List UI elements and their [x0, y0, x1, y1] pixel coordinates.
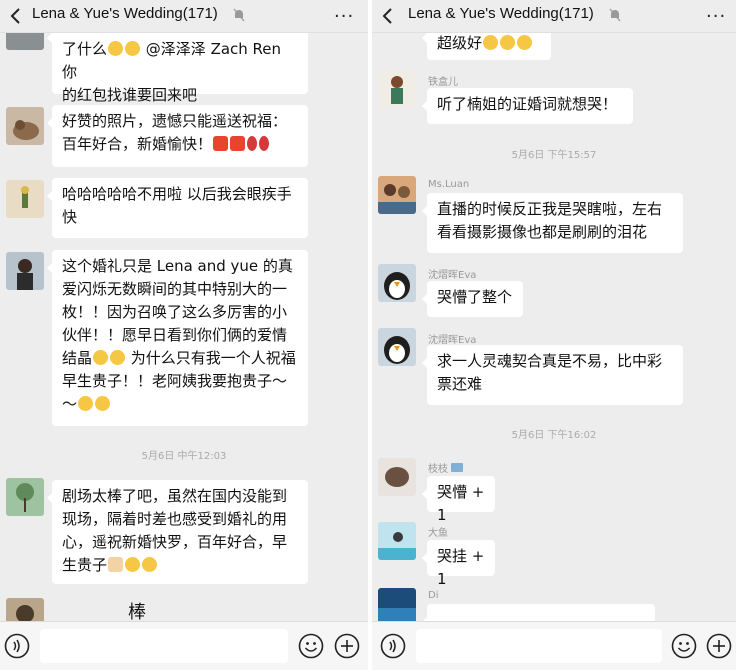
laughing-emoji-icon	[108, 41, 124, 56]
message-text: 听了楠姐的证婚词就想哭！	[437, 95, 618, 113]
avatar[interactable]	[378, 264, 416, 302]
rose-icon	[259, 136, 270, 151]
sender-name: Di	[428, 590, 439, 601]
message-bubble: 哭懵 +1	[422, 476, 495, 524]
message-text: 求一人灵魂契合真是不易，比中彩票还难	[437, 352, 663, 393]
grin-emoji-icon	[78, 396, 94, 411]
crying-emoji-icon	[483, 35, 499, 50]
sender-name: 沈熠晖Eva	[428, 270, 477, 281]
chat-pane-left: 了什么 @泽泽泽 Zach Ren 你 的红包找谁要回来吧 好赞的照片，遗憾只能…	[0, 0, 368, 670]
voice-icon[interactable]	[4, 633, 30, 659]
chat-header: Lena & Yue's Wedding(171) ···	[372, 0, 736, 33]
wink-emoji-icon	[93, 350, 109, 365]
message-text: 哈哈哈哈哈不用啦 以后我会眼疾手快	[62, 185, 292, 226]
crying-emoji-icon	[517, 35, 533, 50]
message-text: 剧场太棒了吧，虽然在国内没能到现场，隔着时差也感受到婚礼的用心，遥祝新婚快罗，百…	[62, 487, 288, 574]
sender-name: 大鱼	[428, 528, 448, 539]
message-bubble: 哭挂 +1	[422, 540, 495, 588]
message-text: 超级好	[437, 34, 483, 52]
timestamp: 5月6日 下午15:57	[511, 150, 597, 161]
clap-icon	[108, 557, 124, 572]
message-input[interactable]	[40, 629, 288, 663]
message-bubble: 这个婚礼只是 Lena and yue 的真爱闪烁无数瞬间的其中特别大的一枚！！…	[47, 250, 308, 426]
message-bubble: 哭懵了整个	[422, 281, 523, 317]
avatar[interactable]	[6, 107, 44, 145]
chat-title: Lena & Yue's Wedding(171)	[32, 5, 218, 22]
mute-bell-icon	[609, 8, 621, 22]
sender-name: 沈熠晖Eva	[428, 335, 477, 346]
avatar[interactable]	[378, 70, 416, 108]
chat-header: Lena & Yue's Wedding(171) ···	[0, 0, 368, 33]
message-bubble: 剧场太棒了吧，虽然在国内没能到现场，隔着时差也感受到婚礼的用心，遥祝新婚快罗，百…	[47, 480, 308, 584]
rose-icon	[247, 136, 258, 151]
timestamp: 5月6日 下午16:02	[511, 430, 597, 441]
sender-name: 枝枝	[428, 460, 464, 475]
tongue-emoji-icon	[95, 396, 111, 411]
sender-name: Ms.Luan	[428, 179, 470, 190]
sender-name: 铁盒儿	[428, 77, 458, 88]
input-bar	[0, 621, 368, 670]
heart-icon	[230, 136, 246, 151]
flag-icon	[451, 463, 464, 472]
chat-title: Lena & Yue's Wedding(171)	[408, 5, 594, 22]
crying-emoji-icon	[500, 35, 516, 50]
message-bubble: 哈哈哈哈哈不用啦 以后我会眼疾手快	[47, 178, 308, 238]
message-text: 直播的时候反正我是哭瞎啦，左右看看摄影摄像也都是刷刷的泪花	[437, 200, 663, 241]
emoji-icon[interactable]	[671, 633, 697, 659]
chat-pane-right: 超级好 铁盒儿 听了楠姐的证婚词就想哭！ 5月6日 下午15:57 Ms.Lua…	[372, 0, 736, 670]
avatar[interactable]	[6, 180, 44, 218]
message-text: 哭挂 +1	[437, 547, 485, 588]
avatar[interactable]	[378, 458, 416, 496]
message-text: 的红包找谁要回来吧	[62, 86, 198, 104]
input-bar	[372, 621, 736, 670]
avatar[interactable]	[378, 522, 416, 560]
message-text: 了什么	[62, 40, 108, 58]
laughing-emoji-icon	[125, 41, 141, 56]
message-text: 哭懵 +1	[437, 483, 485, 524]
message-bubble: 听了楠姐的证婚词就想哭！	[422, 88, 633, 124]
emoji-icon[interactable]	[298, 633, 324, 659]
voice-icon[interactable]	[380, 633, 406, 659]
plus-icon[interactable]	[706, 633, 732, 659]
more-icon[interactable]: ···	[706, 6, 726, 27]
avatar[interactable]	[378, 176, 416, 214]
avatar[interactable]	[378, 328, 416, 366]
message-text: 哭懵了整个	[437, 288, 513, 306]
avatar[interactable]	[6, 478, 44, 516]
smile-emoji-icon	[125, 557, 141, 572]
back-icon[interactable]	[8, 6, 24, 26]
timestamp: 5月6日 中午12:03	[141, 451, 227, 462]
message-input[interactable]	[416, 629, 662, 663]
back-icon[interactable]	[380, 6, 396, 26]
smile-emoji-icon	[142, 557, 158, 572]
message-bubble: 直播的时候反正我是哭瞎啦，左右看看摄影摄像也都是刷刷的泪花	[422, 193, 683, 253]
wink-emoji-icon	[110, 350, 126, 365]
plus-icon[interactable]	[334, 633, 360, 659]
avatar[interactable]	[6, 252, 44, 290]
more-icon[interactable]: ···	[334, 6, 354, 27]
heart-icon	[213, 136, 229, 151]
mute-bell-icon	[233, 8, 245, 22]
message-bubble: 求一人灵魂契合真是不易，比中彩票还难	[422, 345, 683, 405]
message-bubble: 好赞的照片，遗憾只能遥送祝福：百年好合，新婚愉快！	[47, 105, 308, 167]
